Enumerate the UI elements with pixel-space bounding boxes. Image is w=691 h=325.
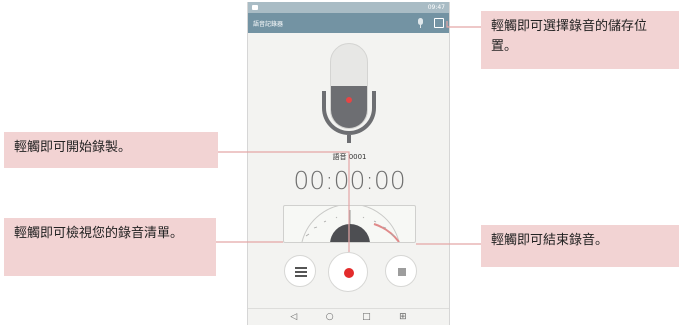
status-bar: 09:47	[248, 2, 449, 13]
callout-stop-recording: 輕觸即可結束錄音。	[481, 225, 679, 267]
callout-start-recording: 輕觸即可開始錄製。	[4, 132, 218, 168]
microphone-illustration	[322, 43, 376, 143]
recording-timer: 00:00:00	[293, 166, 406, 195]
recording-file-name: 語音 0001	[332, 153, 367, 161]
storage-location-icon[interactable]	[434, 18, 444, 28]
stop-icon	[398, 268, 406, 276]
list-icon	[295, 267, 307, 277]
status-time: 09:47	[427, 4, 445, 11]
callout-storage-location: 輕觸即可選擇錄音的儲存位置。	[481, 11, 679, 69]
recents-icon[interactable]: □	[362, 309, 371, 325]
record-icon	[344, 268, 354, 278]
notification-icon	[252, 5, 258, 10]
level-meter	[283, 205, 416, 243]
app-bar: 語音記錄器	[248, 13, 449, 33]
navigation-bar: ◁ ○ □ ⊞	[248, 308, 449, 325]
multiwindow-icon[interactable]: ⊞	[399, 309, 407, 325]
microphone-icon[interactable]	[417, 18, 424, 28]
microphone-cradle	[322, 91, 376, 135]
manual-illustration: 09:47 語音記錄器 語音 0001 00:00:00 ◁ ○ □ ⊞ 輕觸即…	[0, 0, 691, 325]
stop-button[interactable]	[385, 255, 417, 287]
home-icon[interactable]: ○	[326, 309, 334, 325]
app-title: 語音記錄器	[253, 20, 284, 28]
microphone-stem	[347, 135, 351, 143]
callout-recording-list: 輕觸即可檢視您的錄音清單。	[4, 218, 216, 276]
phone-screen: 09:47 語音記錄器 語音 0001 00:00:00 ◁ ○ □ ⊞	[247, 2, 450, 325]
recording-list-button[interactable]	[284, 255, 316, 287]
leader-storage	[446, 21, 481, 28]
back-icon[interactable]: ◁	[290, 309, 297, 325]
record-button[interactable]	[328, 252, 368, 292]
level-meter-gauge	[301, 206, 400, 242]
